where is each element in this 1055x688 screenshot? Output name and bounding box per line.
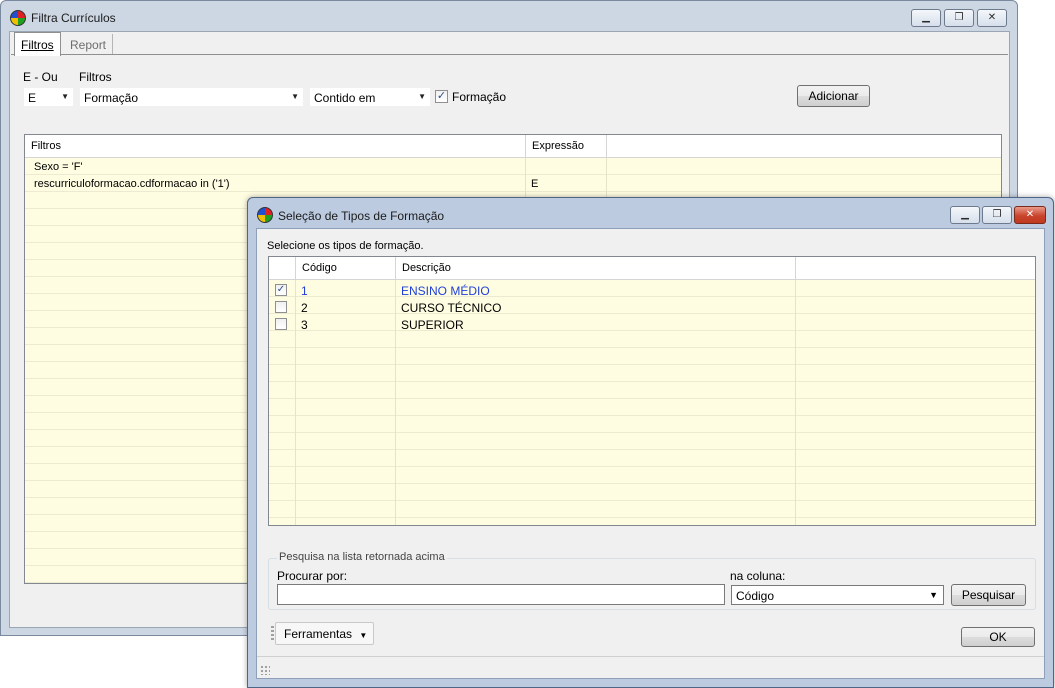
table-row[interactable]: Sexo = 'F': [25, 159, 1001, 176]
descricao-cell: SUPERIOR: [401, 318, 464, 332]
row-checkbox[interactable]: ✓: [275, 284, 287, 296]
pesquisar-button[interactable]: Pesquisar: [951, 584, 1026, 606]
tab-report[interactable]: Report: [64, 34, 114, 55]
chevron-down-icon: ▼: [61, 92, 69, 101]
coluna-label: na coluna:: [730, 569, 786, 583]
dialog-titlebar[interactable]: Seleção de Tipos de Formação ▁ ❐ ✕: [248, 198, 1053, 228]
operator-combo[interactable]: Contido em ▼: [309, 87, 431, 107]
procurar-label: Procurar por:: [277, 569, 348, 583]
table-row[interactable]: 3 SUPERIOR: [269, 316, 1035, 333]
chevron-down-icon: ▼: [418, 92, 426, 101]
close-button[interactable]: ✕: [977, 9, 1007, 27]
codigo-cell: 2: [301, 301, 308, 315]
ferramentas-dropdown-button[interactable]: Ferramentas ▼: [275, 622, 375, 645]
search-group-label: Pesquisa na lista retornada acima: [277, 551, 447, 563]
restore-button[interactable]: ❐: [944, 9, 974, 27]
formacao-grid-header: Código Descrição: [269, 257, 1035, 280]
formacao-checkbox-label: Formação: [452, 90, 507, 104]
filters-grid-header: Filtros Expressão: [25, 135, 1001, 158]
main-window-title: Filtra Currículos: [31, 11, 116, 25]
descricao-cell: CURSO TÉCNICO: [401, 301, 502, 315]
main-titlebar[interactable]: Filtra Currículos ▁ ❐ ✕: [1, 1, 1017, 31]
descricao-cell: ENSINO MÉDIO: [401, 284, 490, 298]
chevron-down-icon: ▼: [929, 590, 938, 600]
filtro-cell: rescurriculoformacao.cdformacao in ('1'): [34, 178, 230, 190]
table-row[interactable]: 2 CURSO TÉCNICO: [269, 299, 1035, 316]
column-header-codigo[interactable]: Código: [296, 257, 396, 280]
column-header-check[interactable]: [269, 257, 296, 280]
filtros-label: Filtros: [79, 70, 112, 84]
ferramentas-label: Ferramentas: [284, 627, 353, 641]
app-icon: [10, 10, 26, 26]
restore-button[interactable]: ❐: [982, 206, 1012, 224]
filtro-field-combo[interactable]: Formação ▼: [79, 87, 304, 107]
codigo-cell: 1: [301, 284, 308, 298]
selection-dialog: Seleção de Tipos de Formação ▁ ❐ ✕ Selec…: [247, 197, 1054, 688]
formacao-types-grid: Código Descrição ✓ 1 ENSINO MÉDIO 2 CURS…: [268, 256, 1036, 526]
status-bar: [257, 656, 1044, 678]
chevron-down-icon: ▼: [291, 92, 299, 101]
row-checkbox[interactable]: [275, 301, 287, 313]
table-row[interactable]: rescurriculoformacao.cdformacao in ('1')…: [25, 176, 1001, 193]
dialog-client-area: Selecione os tipos de formação. Código D…: [256, 228, 1045, 679]
formacao-checkbox[interactable]: ✓: [435, 90, 448, 103]
dialog-title: Seleção de Tipos de Formação: [278, 209, 445, 223]
minimize-button[interactable]: ▁: [911, 9, 941, 27]
toolstrip-grip[interactable]: [271, 626, 274, 642]
app-icon: [257, 207, 273, 223]
codigo-cell: 3: [301, 318, 308, 332]
operator-combo-value: Contido em: [314, 91, 376, 105]
search-input[interactable]: [277, 584, 725, 605]
instruction-label: Selecione os tipos de formação.: [267, 240, 424, 252]
column-header-expressao[interactable]: Expressão: [526, 135, 607, 158]
search-column-value: Código: [736, 589, 775, 603]
resize-grip-icon[interactable]: [260, 665, 270, 675]
tab-report-label: Report: [70, 37, 107, 52]
search-column-combo[interactable]: Código ▼: [731, 585, 944, 605]
tab-filtros[interactable]: Filtros: [14, 32, 61, 56]
close-button[interactable]: ✕: [1014, 206, 1046, 224]
filtro-field-combo-value: Formação: [84, 91, 139, 105]
column-header-filtros[interactable]: Filtros: [25, 135, 526, 158]
expressao-cell: E: [531, 178, 539, 190]
column-header-descricao[interactable]: Descrição: [396, 257, 796, 280]
search-groupbox: Pesquisa na lista retornada acima Procur…: [268, 551, 1036, 610]
tab-filtros-label: Filtros: [21, 37, 54, 52]
e-ou-combo-value: E: [28, 91, 37, 105]
e-ou-combo[interactable]: E ▼: [23, 87, 74, 107]
chevron-down-icon: ▼: [359, 631, 368, 640]
ok-button[interactable]: OK: [961, 627, 1035, 647]
adicionar-button[interactable]: Adicionar: [797, 85, 870, 107]
e-ou-label: E - Ou: [23, 70, 58, 84]
table-row[interactable]: ✓ 1 ENSINO MÉDIO: [269, 282, 1035, 299]
minimize-button[interactable]: ▁: [950, 206, 980, 224]
filtro-cell: Sexo = 'F': [34, 161, 83, 173]
row-checkbox[interactable]: [275, 318, 287, 330]
